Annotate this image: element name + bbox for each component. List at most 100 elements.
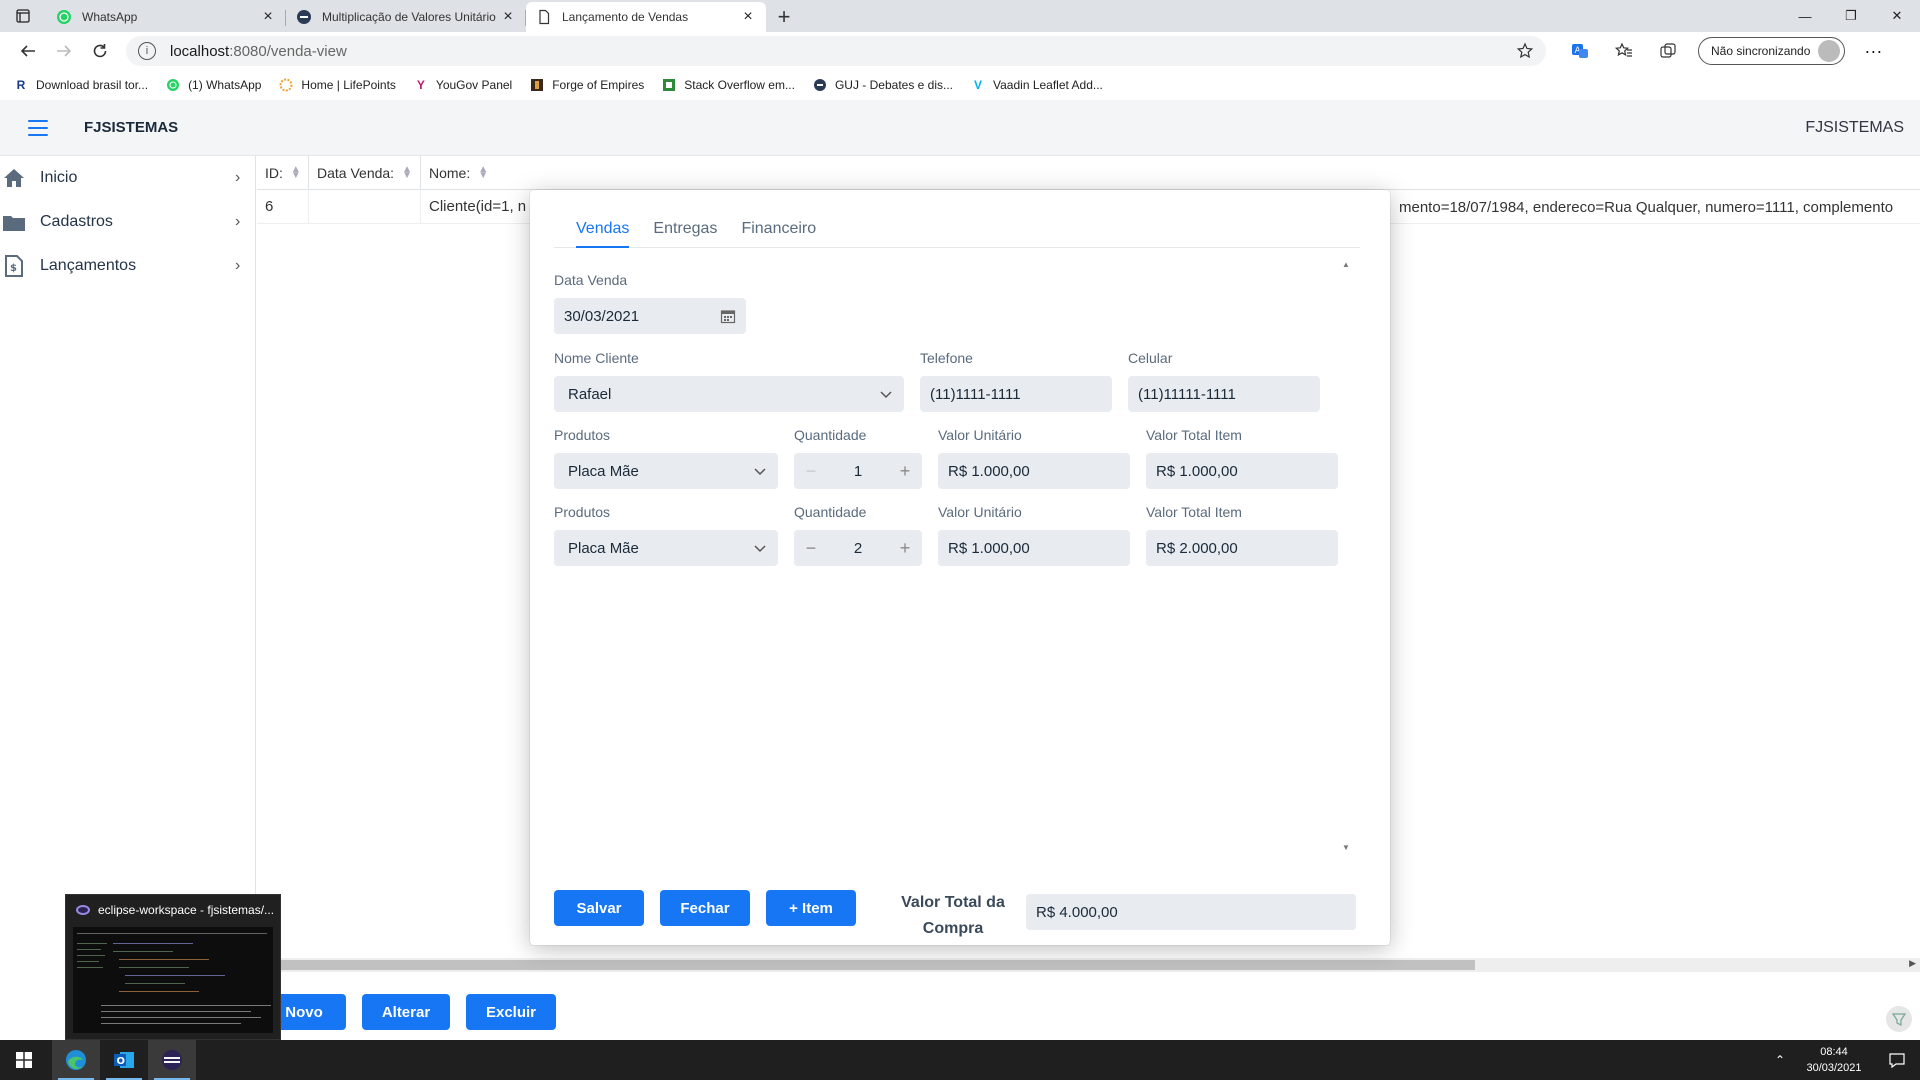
sort-icon[interactable]: ▲ ▼ — [291, 164, 301, 180]
column-header-data-venda[interactable]: Data Venda: ▲ ▼ — [309, 156, 421, 189]
produto-value: Placa Mãe — [568, 539, 639, 557]
form-scrollbar[interactable]: ▲ ▼ — [1340, 260, 1352, 852]
scroll-up-icon[interactable]: ▲ — [1342, 260, 1350, 269]
edge-icon[interactable] — [52, 1040, 100, 1080]
nav-item-cadastros[interactable]: Cadastros › — [0, 200, 255, 244]
collections-icon[interactable] — [1646, 36, 1690, 66]
refresh-icon[interactable] — [82, 35, 118, 67]
celular-input[interactable]: (11)11111-1111 — [1128, 376, 1320, 412]
bookmark-download[interactable]: R Download brasil tor... — [14, 78, 148, 92]
produto-combobox[interactable]: Placa Mãe — [554, 530, 778, 566]
decrement-button[interactable]: − — [802, 461, 820, 482]
taskbar-preview[interactable]: eclipse-workspace - fjsistemas/... — [65, 894, 281, 1040]
calendar-icon[interactable] — [720, 308, 736, 324]
minimize-icon[interactable]: — — [1782, 0, 1828, 32]
total-compra-input[interactable]: R$ 4.000,00 — [1026, 894, 1356, 930]
scrollbar-thumb[interactable] — [280, 960, 1475, 970]
chevron-down-icon[interactable] — [878, 386, 894, 402]
tab-title: Lançamento de Vendas — [562, 10, 689, 24]
venda-dialog: Vendas Entregas Financeiro Data Venda 30… — [530, 190, 1390, 945]
produto-combobox[interactable]: Placa Mãe — [554, 453, 778, 489]
whatsapp-icon — [166, 78, 180, 92]
nav-item-inicio[interactable]: Inicio › — [0, 156, 255, 200]
bookmark-vaadin[interactable]: V Vaadin Leaflet Add... — [971, 78, 1103, 92]
add-item-button[interactable]: + Item — [766, 890, 856, 926]
outlook-icon[interactable]: O — [100, 1040, 148, 1080]
valor-total-item-input[interactable]: R$ 2.000,00 — [1146, 530, 1338, 566]
sort-icon[interactable]: ▲ ▼ — [478, 164, 488, 180]
increment-button[interactable]: + — [896, 538, 914, 559]
data-venda-field: Data Venda 30/03/2021 — [554, 272, 746, 334]
nav-item-lancamentos[interactable]: $ Lançamentos › — [0, 244, 255, 288]
quantidade-stepper[interactable]: − 2 + — [794, 530, 922, 566]
quantidade-stepper[interactable]: − 1 + — [794, 453, 922, 489]
browser-tabbar: WhatsApp × Multiplicação de Valores Unit… — [0, 0, 1920, 32]
back-icon[interactable] — [10, 35, 46, 67]
more-icon[interactable]: ··· — [1855, 41, 1891, 62]
bookmark-lifepoints[interactable]: Home | LifePoints — [279, 78, 396, 92]
header-label: Nome: — [429, 164, 471, 181]
excluir-button[interactable]: Excluir — [466, 994, 556, 1030]
info-icon[interactable]: i — [138, 42, 156, 60]
chevron-up-icon[interactable]: ⌃ — [1766, 1053, 1794, 1067]
alterar-button[interactable]: Alterar — [362, 994, 450, 1030]
tab-financeiro[interactable]: Financeiro — [741, 220, 816, 247]
scroll-down-icon[interactable]: ▼ — [1342, 843, 1350, 852]
url-field[interactable]: i localhost:8080/venda-view — [126, 36, 1546, 66]
tab-entregas[interactable]: Entregas — [653, 220, 717, 247]
telefone-input[interactable]: (11)1111-1111 — [920, 376, 1112, 412]
feedback-icon[interactable] — [1886, 1006, 1912, 1032]
bookmark-whatsapp[interactable]: (1) WhatsApp — [166, 78, 261, 92]
forward-icon[interactable] — [46, 35, 82, 67]
produto-field-2: Produtos Placa Mãe — [554, 504, 778, 566]
tab-actions-icon[interactable] — [0, 0, 46, 32]
bookmark-stackoverflow[interactable]: Stack Overflow em... — [662, 78, 795, 92]
valor-unitario-input[interactable]: R$ 1.000,00 — [938, 530, 1130, 566]
decrement-button[interactable]: − — [802, 538, 820, 559]
column-header-nome[interactable]: Nome: ▲ ▼ — [421, 156, 1920, 189]
increment-button[interactable]: + — [896, 461, 914, 482]
salvar-button[interactable]: Salvar — [554, 890, 644, 926]
bookmark-yougov[interactable]: Y YouGov Panel — [414, 78, 512, 92]
browser-tab-whatsapp[interactable]: WhatsApp × — [46, 2, 286, 32]
close-window-icon[interactable]: ✕ — [1874, 0, 1920, 32]
cliente-combobox[interactable]: Rafael — [554, 376, 904, 412]
scroll-right-icon[interactable]: ▶ — [1909, 958, 1916, 969]
close-icon[interactable]: × — [500, 9, 516, 25]
valor-unitario-input[interactable]: R$ 1.000,00 — [938, 453, 1130, 489]
clock[interactable]: 08:44 30/03/2021 — [1794, 1044, 1874, 1076]
browser-tab-lancamento[interactable]: Lançamento de Vendas × — [526, 2, 766, 32]
field-label: Quantidade — [794, 504, 867, 520]
close-icon[interactable]: × — [740, 9, 756, 25]
notification-icon[interactable] — [1874, 1051, 1920, 1069]
windows-start-icon[interactable] — [0, 1040, 48, 1080]
valor-value: R$ 1.000,00 — [948, 462, 1030, 480]
bookmark-guj[interactable]: GUJ - Debates e dis... — [813, 78, 953, 92]
eclipse-taskbar-icon[interactable] — [148, 1040, 196, 1080]
menu-toggle-icon[interactable] — [28, 119, 48, 136]
favorites-icon[interactable] — [1602, 36, 1646, 66]
close-icon[interactable]: × — [260, 9, 276, 25]
tab-vendas[interactable]: Vendas — [576, 220, 630, 248]
valor-total-item-input[interactable]: R$ 1.000,00 — [1146, 453, 1338, 489]
translate-icon[interactable]: A — [1558, 36, 1602, 66]
sort-icon[interactable]: ▲ ▼ — [402, 164, 412, 180]
horizontal-scrollbar[interactable]: ▶ — [280, 958, 1920, 972]
field-label: Valor Total Item — [1146, 427, 1242, 443]
field-label: Valor Total Item — [1146, 504, 1242, 520]
sync-button[interactable]: Não sincronizando — [1698, 37, 1846, 65]
chevron-down-icon[interactable] — [752, 463, 768, 479]
fechar-button[interactable]: Fechar — [660, 890, 750, 926]
column-header-id[interactable]: ID: ▲ ▼ — [257, 156, 309, 189]
date-picker[interactable]: 30/03/2021 — [554, 298, 746, 334]
new-tab-button[interactable]: + — [766, 2, 802, 32]
page-icon — [536, 9, 552, 25]
bookmark-label: YouGov Panel — [435, 78, 513, 92]
chevron-down-icon[interactable] — [752, 540, 768, 556]
brand-right: FJSISTEMAS — [1805, 118, 1904, 136]
cliente-value: Rafael — [568, 385, 612, 403]
favorite-add-icon[interactable] — [1516, 42, 1534, 60]
browser-tab-multiplicacao[interactable]: Multiplicação de Valores Unitário × — [286, 2, 526, 32]
bookmark-forge[interactable]: Forge of Empires — [530, 78, 644, 92]
restore-icon[interactable]: ❐ — [1828, 0, 1874, 32]
